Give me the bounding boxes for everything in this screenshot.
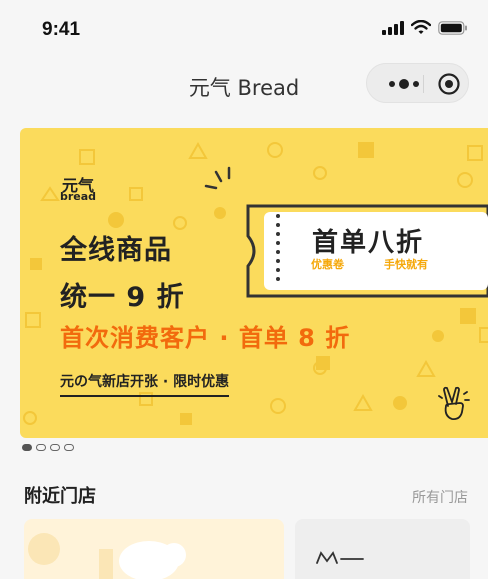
wifi-icon (411, 20, 431, 34)
coupon-title: 首单八折 (312, 228, 425, 258)
coupon-label-1: 优惠卷 (311, 258, 344, 271)
carousel-dot[interactable] (22, 444, 32, 451)
logo-english: bread (60, 190, 97, 203)
status-icons (382, 20, 468, 35)
carousel-dot[interactable] (50, 444, 60, 451)
store-card[interactable] (295, 519, 470, 579)
status-time: 9:41 (42, 19, 81, 40)
promo-subhead: 首次消费客户 · 首单 8 折 (60, 324, 351, 352)
coupon-label-2: 手快就有 (384, 258, 428, 271)
store-card[interactable] (24, 519, 284, 579)
nearby-stores-title: 附近门店 (24, 486, 96, 507)
carousel-dot[interactable] (64, 444, 74, 451)
close-icon[interactable] (437, 72, 461, 96)
headline-line-2: 统一 9 折 (60, 282, 185, 313)
capsule-divider (423, 75, 424, 93)
mini-program-capsule (366, 63, 469, 103)
carousel-indicator (22, 444, 74, 451)
peace-hand-icon (438, 386, 470, 421)
more-icon[interactable] (387, 76, 421, 92)
signal-icon (382, 20, 404, 35)
promo-tagline: 元の气新店开张 · 限时优惠 (60, 371, 230, 397)
carousel-dot[interactable] (36, 444, 46, 451)
status-bar: 9:41 (0, 0, 488, 60)
battery-icon (438, 20, 467, 35)
headline-line-1: 全线商品 (60, 235, 172, 266)
store-image-icon (28, 533, 186, 579)
all-stores-link[interactable]: 所有门店 (412, 487, 468, 507)
store-image-icon (316, 551, 364, 564)
brand-logo: 元气 bread (60, 172, 104, 203)
promo-banner[interactable]: 元气 bread 全线商品 统一 9 折 首次消费客户 · 首单 8 折 元の气… (20, 128, 488, 438)
